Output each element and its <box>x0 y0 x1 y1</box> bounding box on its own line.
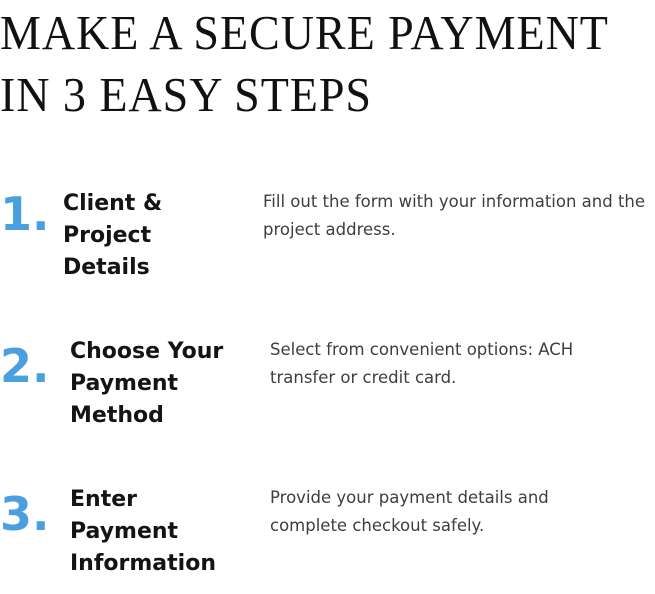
step-number: 1. <box>0 187 50 241</box>
step-description: Select from convenient options: ACH tran… <box>270 340 574 387</box>
page-title-line-1: MAKE A SECURE PAYMENT <box>0 5 609 60</box>
step-title: Client & Project Details <box>63 191 163 280</box>
step-description: Provide your payment details and complet… <box>270 488 549 535</box>
step-2: 2. Choose Your Payment Method Select fro… <box>0 336 655 446</box>
step-1: 1. Client & Project Details Fill out the… <box>0 187 655 298</box>
step-3: 3. Enter Payment Information Provide you… <box>0 484 655 594</box>
step-number: 2. <box>0 339 50 393</box>
page-title-line-2: IN 3 EASY STEPS <box>0 67 372 122</box>
page-title: MAKE A SECURE PAYMENT IN 3 EASY STEPS <box>0 2 611 126</box>
step-title: Enter Payment Information <box>70 487 216 576</box>
step-title: Choose Your Payment Method <box>70 339 224 428</box>
step-description: Fill out the form with your information … <box>263 192 646 239</box>
step-number: 3. <box>0 487 50 541</box>
